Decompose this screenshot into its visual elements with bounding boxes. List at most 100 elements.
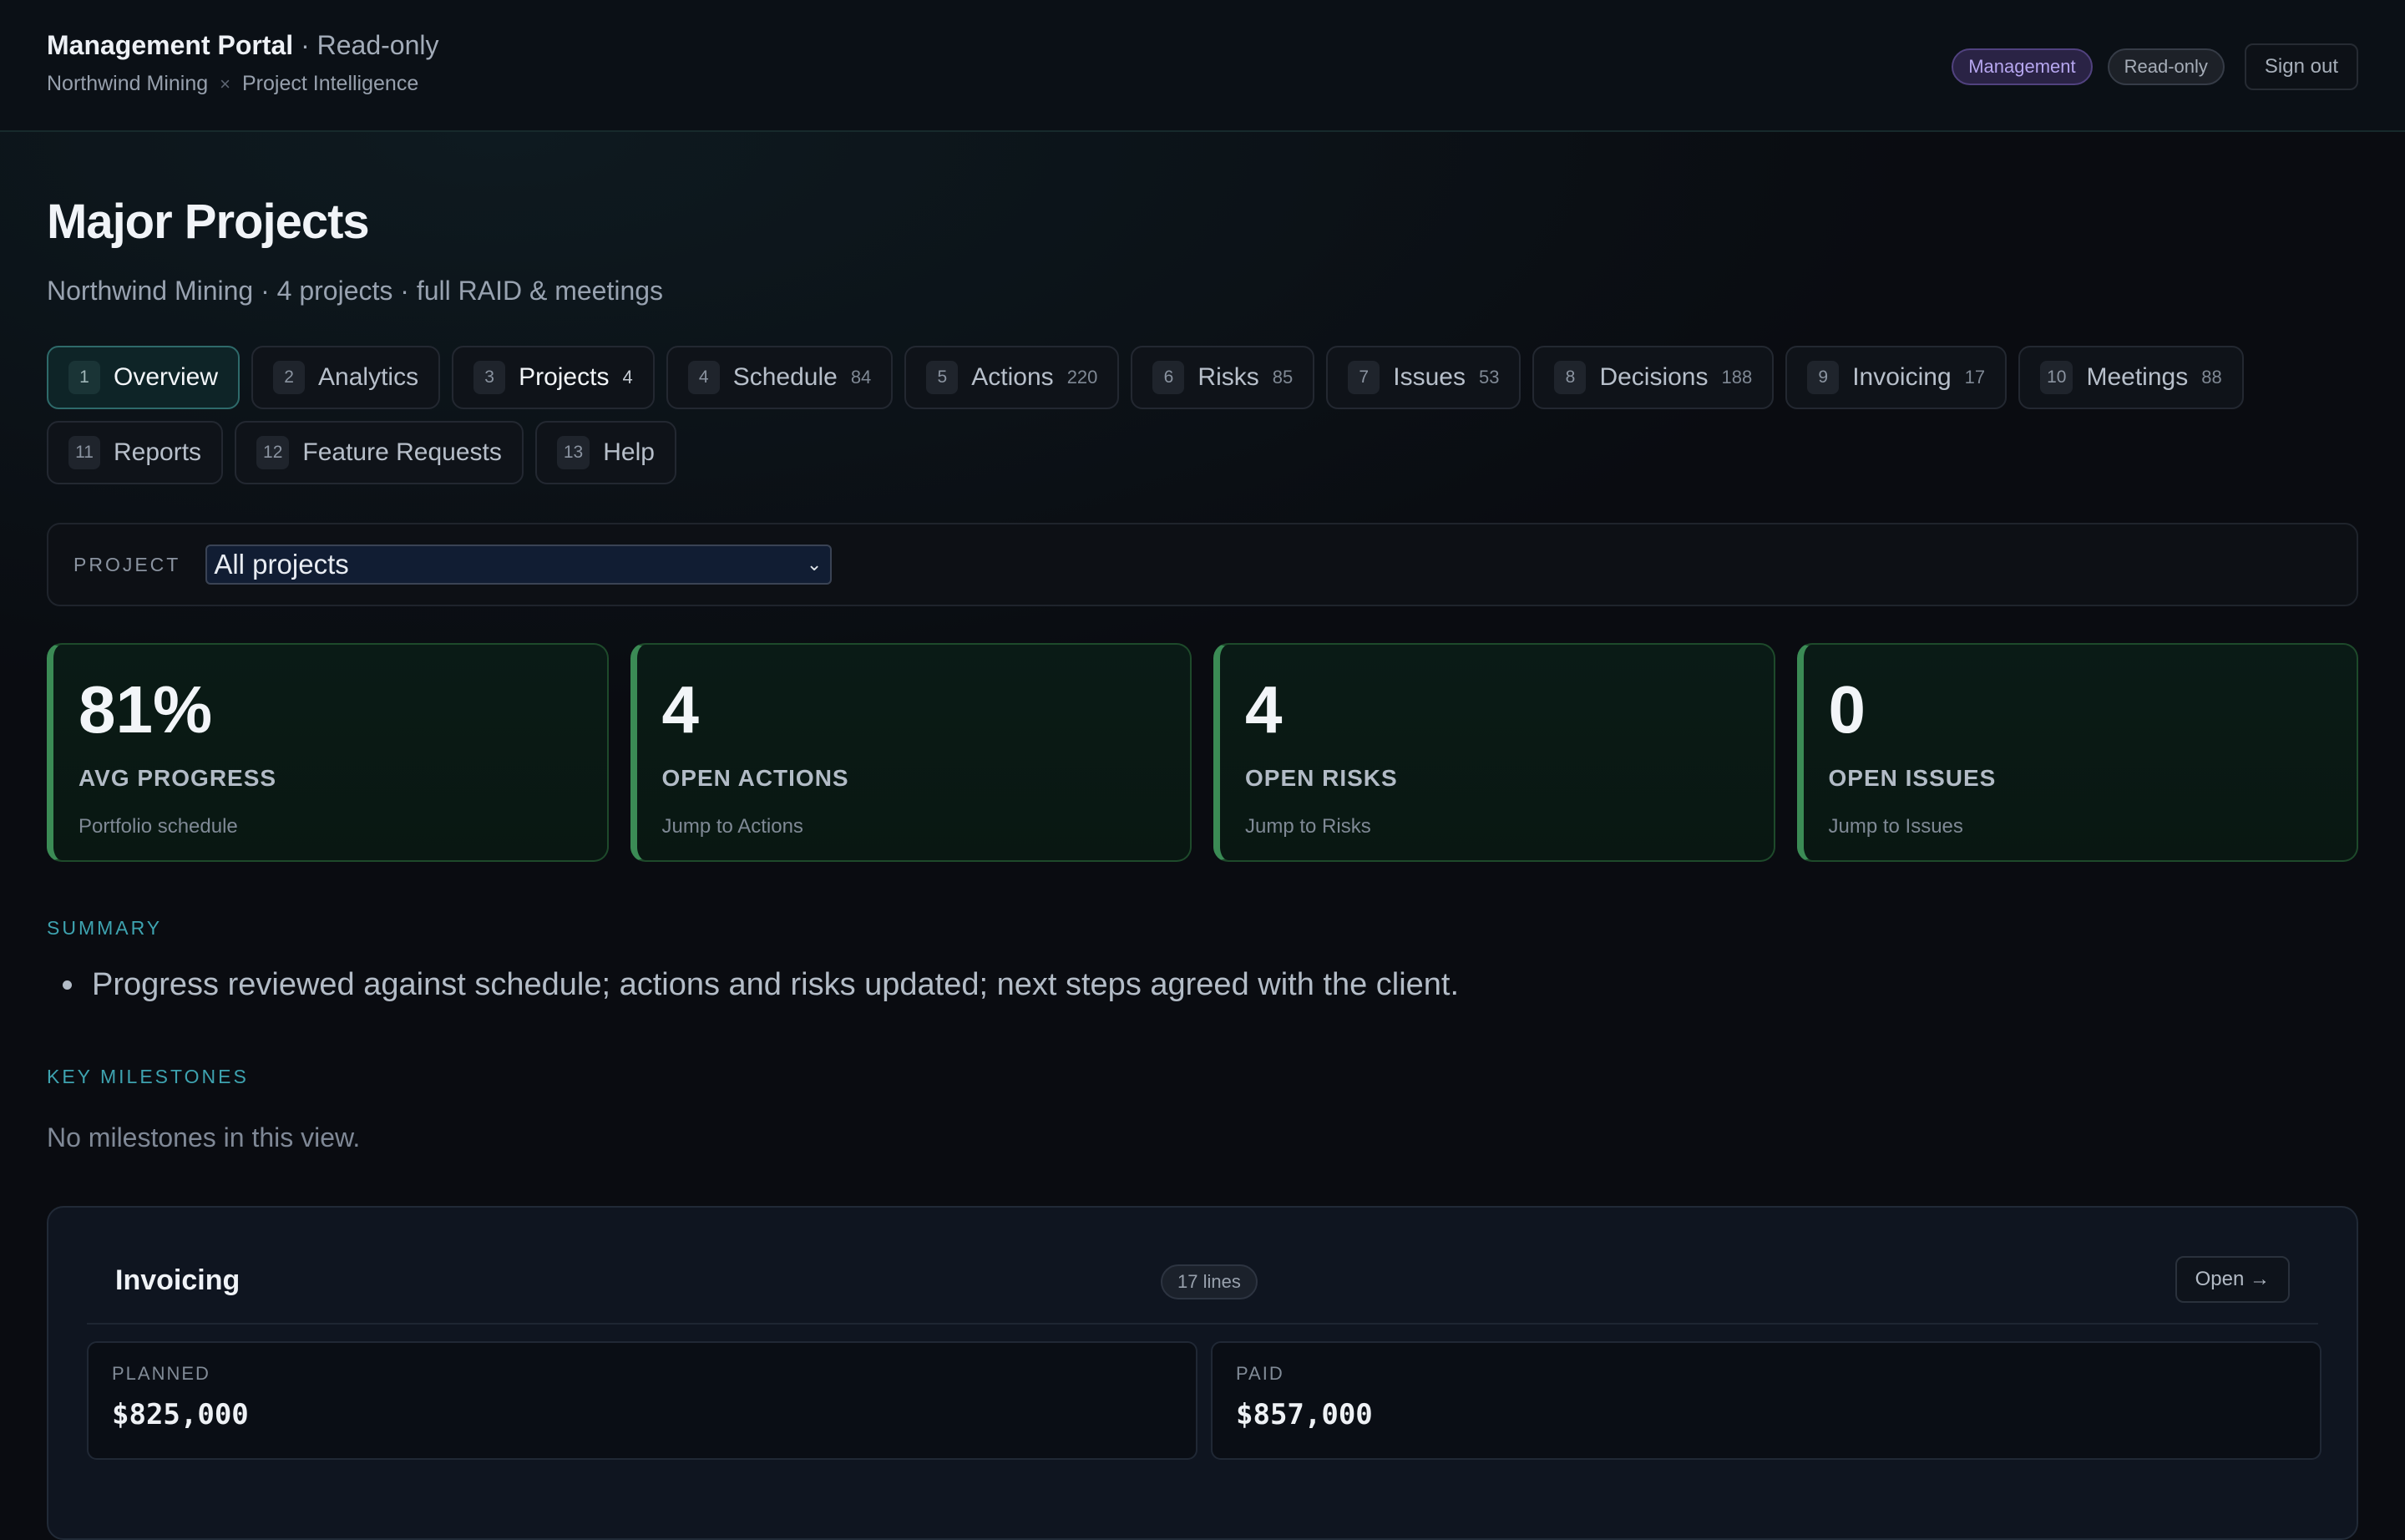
invoicing-paid: PAID $857,000	[1211, 1341, 2321, 1460]
kpi-open-issues[interactable]: 0 OPEN ISSUES Jump to Issues	[1796, 643, 2358, 862]
tab-count: 4	[622, 367, 633, 388]
access-badge: Read-only	[2107, 48, 2225, 85]
project-filter-bar: PROJECT All projects ⌄	[47, 523, 2358, 606]
tab-schedule[interactable]: 4 Schedule 84	[666, 346, 894, 409]
tab-number: 6	[1152, 361, 1185, 394]
tab-count: 188	[1721, 367, 1753, 388]
header-actions: Management Read-only Sign out	[1952, 43, 2358, 90]
paid-label: PAID	[1236, 1363, 1284, 1384]
tab-label: Risks	[1197, 363, 1259, 391]
tab-number: 1	[68, 361, 100, 394]
tab-label: Analytics	[318, 363, 419, 391]
invoicing-card-header: Invoicing 17 lines Open →	[87, 1256, 2318, 1325]
tab-label: Issues	[1393, 363, 1466, 391]
milestones-heading: KEY MILESTONES	[47, 1066, 249, 1087]
tab-issues[interactable]: 7 Issues 53	[1326, 346, 1521, 409]
kpi-note: Portfolio schedule	[78, 815, 238, 838]
page-title: Major Projects	[47, 195, 370, 249]
tab-count: 53	[1478, 367, 1500, 388]
tab-reports[interactable]: 11 Reports	[47, 421, 224, 484]
summary-list: Progress reviewed against schedule; acti…	[47, 967, 1459, 1003]
tab-label: Decisions	[1599, 363, 1709, 391]
app-brand: Management Portal · Read-only	[47, 30, 438, 61]
tab-actions[interactable]: 5 Actions 220	[904, 346, 1120, 409]
tab-label: Meetings	[2086, 363, 2189, 391]
kpi-jump-link[interactable]: Jump to Actions	[662, 815, 1191, 838]
tab-label: Overview	[114, 363, 219, 391]
tab-count: 84	[850, 367, 872, 388]
planned-value: $825,000	[112, 1398, 249, 1431]
invoicing-title: Invoicing	[115, 1264, 240, 1296]
invoicing-card: Invoicing 17 lines Open → PLANNED $825,0…	[47, 1206, 2358, 1540]
tab-number: 9	[1807, 361, 1840, 394]
tab-number: 7	[1348, 361, 1380, 394]
invoicing-lines-badge: 17 lines	[1161, 1264, 1258, 1299]
kpi-cards: 81% AVG PROGRESS Portfolio schedule 4 OP…	[47, 643, 2358, 862]
summary-item: Progress reviewed against schedule; acti…	[87, 967, 1459, 1003]
kpi-open-risks[interactable]: 4 OPEN RISKS Jump to Risks	[1213, 643, 1775, 862]
tab-count: 220	[1066, 367, 1098, 388]
tab-count: 85	[1272, 367, 1294, 388]
kpi-label: OPEN ISSUES	[1828, 765, 1997, 791]
kpi-value: 4	[1245, 672, 1283, 747]
section-tabs: 1 Overview 2 Analytics 3 Projects 4 4 Sc…	[47, 346, 2360, 484]
breadcrumb-separator: ×	[220, 73, 230, 94]
project-select-value: All projects	[214, 549, 349, 580]
tab-number: 8	[1554, 361, 1587, 394]
tab-decisions[interactable]: 8 Decisions 188	[1532, 346, 1775, 409]
tab-label: Schedule	[732, 363, 838, 391]
tab-number: 11	[68, 436, 100, 469]
tab-label: Reports	[114, 438, 202, 466]
tab-label: Projects	[519, 363, 610, 391]
tab-number: 2	[273, 361, 306, 394]
page-subtitle: Northwind Mining · 4 projects · full RAI…	[47, 276, 664, 306]
tab-overview[interactable]: 1 Overview	[47, 346, 240, 409]
tab-label: Actions	[971, 363, 1054, 391]
kpi-value: 4	[661, 672, 700, 747]
planned-label: PLANNED	[112, 1363, 210, 1384]
tab-number: 12	[256, 436, 290, 469]
breadcrumb-org: Northwind Mining	[47, 72, 209, 95]
kpi-label: AVG PROGRESS	[78, 765, 277, 791]
tab-risks[interactable]: 6 Risks 85	[1131, 346, 1315, 409]
project-select[interactable]: All projects ⌄	[205, 545, 833, 585]
tab-feature-requests[interactable]: 12 Feature Requests	[235, 421, 524, 484]
sign-out-button[interactable]: Sign out	[2244, 43, 2358, 90]
invoicing-planned: PLANNED $825,000	[87, 1341, 1197, 1460]
kpi-jump-link[interactable]: Jump to Risks	[1245, 815, 1774, 838]
tab-label: Help	[603, 438, 655, 466]
role-badge: Management	[1952, 48, 2093, 85]
tab-meetings[interactable]: 10 Meetings 88	[2018, 346, 2244, 409]
tab-count: 17	[1964, 367, 1986, 388]
tab-invoicing[interactable]: 9 Invoicing 17	[1785, 346, 2008, 409]
kpi-value: 0	[1828, 672, 1866, 747]
tab-analytics[interactable]: 2 Analytics	[251, 346, 441, 409]
invoicing-open-button[interactable]: Open →	[2175, 1256, 2290, 1303]
tab-help[interactable]: 13 Help	[534, 421, 676, 484]
tab-projects[interactable]: 3 Projects 4	[452, 346, 655, 409]
app-title: Management Portal	[47, 30, 294, 60]
tab-number: 3	[473, 361, 506, 394]
app-mode: · Read-only	[293, 30, 439, 60]
tab-number: 5	[926, 361, 959, 394]
kpi-avg-progress: 81% AVG PROGRESS Portfolio schedule	[47, 643, 609, 862]
kpi-label: OPEN RISKS	[1245, 765, 1398, 791]
project-filter-label: PROJECT	[73, 553, 181, 575]
breadcrumb-section: Project Intelligence	[242, 72, 419, 95]
tab-number: 10	[2040, 361, 2073, 394]
paid-value: $857,000	[1236, 1398, 1373, 1431]
tab-number: 4	[687, 361, 720, 394]
top-header: Management Portal · Read-only Northwind …	[0, 0, 2405, 132]
breadcrumb: Northwind Mining × Project Intelligence	[47, 72, 418, 96]
tab-label: Feature Requests	[302, 438, 502, 466]
tab-count: 88	[2201, 367, 2222, 388]
milestones-empty-note: No milestones in this view.	[47, 1122, 361, 1152]
kpi-open-actions[interactable]: 4 OPEN ACTIONS Jump to Actions	[630, 643, 1192, 862]
tab-label: Invoicing	[1852, 363, 1952, 391]
tab-number: 13	[556, 436, 590, 469]
kpi-label: OPEN ACTIONS	[661, 765, 849, 791]
chevron-down-icon: ⌄	[806, 554, 823, 575]
kpi-value: 81%	[78, 672, 213, 747]
summary-heading: SUMMARY	[47, 917, 163, 939]
kpi-jump-link[interactable]: Jump to Issues	[1829, 815, 2357, 838]
